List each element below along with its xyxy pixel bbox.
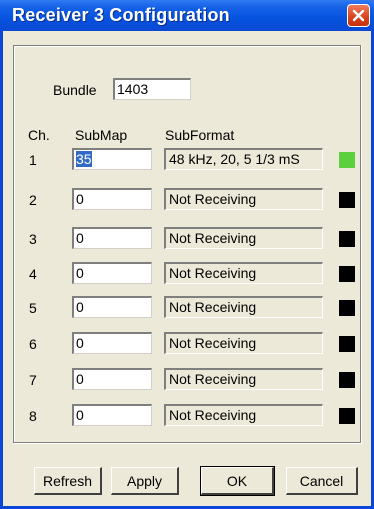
channel-number: 3 [29,231,37,247]
status-indicator [339,336,355,352]
submap-input[interactable]: 0 [72,368,152,390]
channel-number: 8 [29,408,37,424]
cancel-button[interactable]: Cancel [286,467,358,495]
title-bar[interactable]: Receiver 3 Configuration [0,0,374,31]
subformat-field: Not Receiving [164,296,323,318]
subformat-field: Not Receiving [164,368,323,390]
refresh-button[interactable]: Refresh [34,467,102,495]
subformat-field: Not Receiving [164,404,323,426]
subformat-field: Not Receiving [164,262,323,284]
status-indicator [339,231,355,247]
channel-number: 7 [29,372,37,388]
submap-selected-text: 35 [76,151,92,167]
status-indicator [339,152,355,168]
subformat-field: 48 kHz, 20, 5 1/3 mS [164,148,323,170]
window-title: Receiver 3 Configuration [12,5,230,25]
ok-button[interactable]: OK [200,466,275,496]
submap-input[interactable]: 0 [72,332,152,354]
status-indicator [339,408,355,424]
submap-input[interactable]: 0 [72,296,152,318]
apply-button[interactable]: Apply [111,467,179,495]
channel-number: 1 [29,152,37,168]
submap-input[interactable]: 0 [72,227,152,249]
submap-input[interactable]: 35 [72,148,152,170]
status-indicator [339,192,355,208]
dialog-window: Receiver 3 Configuration Bundle 1403 Ch.… [0,0,374,509]
channel-number: 4 [29,266,37,282]
column-header-ch: Ch. [28,127,50,143]
subformat-field: Not Receiving [164,332,323,354]
column-header-submap: SubMap [75,127,128,143]
channel-number: 6 [29,336,37,352]
channel-number: 2 [29,192,37,208]
channel-number: 5 [29,300,37,316]
close-icon [352,9,365,22]
subformat-field: Not Receiving [164,188,323,210]
subformat-field: Not Receiving [164,227,323,249]
status-indicator [339,372,355,388]
submap-input[interactable]: 0 [72,188,152,210]
status-indicator [339,266,355,282]
column-header-subformat: SubFormat [165,127,235,143]
close-button[interactable] [347,4,370,27]
submap-input[interactable]: 0 [72,404,152,426]
submap-input[interactable]: 0 [72,262,152,284]
status-indicator [339,300,355,316]
